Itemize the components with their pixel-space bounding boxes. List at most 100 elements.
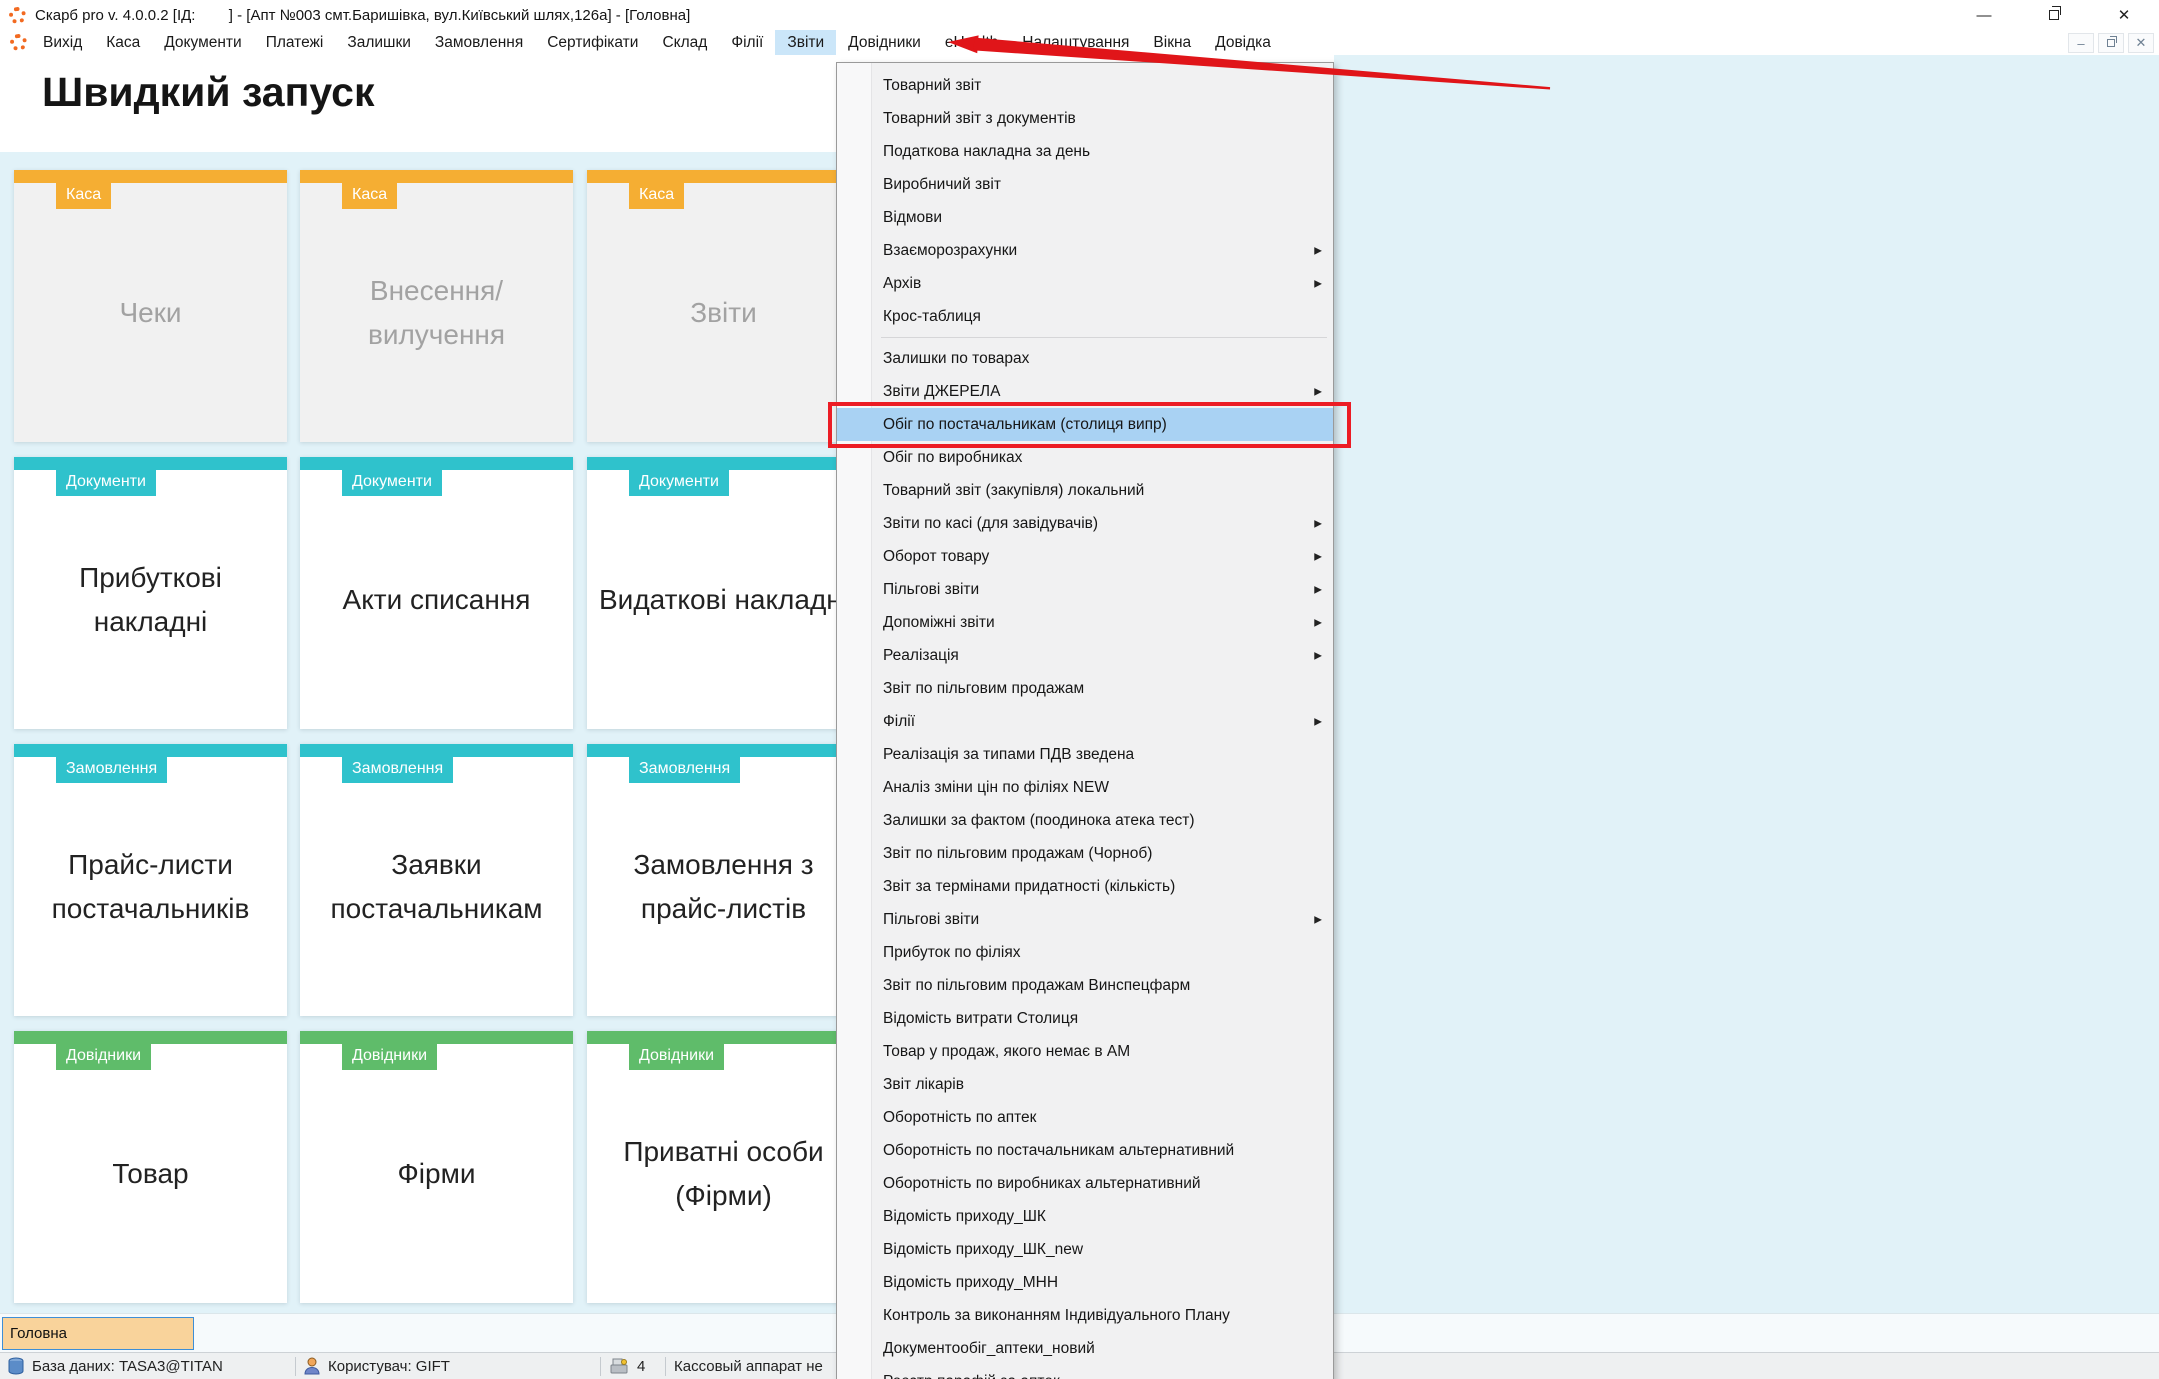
status-message-text: Кассовый аппарат не (674, 1358, 823, 1375)
dropdown-item-label: Реєстр парафій за аптек (883, 1373, 1060, 1379)
dropdown-item[interactable]: Обіг по постачальникам (столиця випр) (837, 408, 1333, 441)
dropdown-item[interactable]: Пільгові звіти▶ (837, 903, 1333, 936)
dropdown-item[interactable]: Реєстр парафій за аптек (837, 1365, 1333, 1379)
tile-zam-zamovlennia[interactable]: ЗамовленняЗамовлення з прайс-листів (587, 744, 860, 1016)
dropdown-item[interactable]: Товарний звіт (837, 69, 1333, 102)
dropdown-item[interactable]: Відмови (837, 201, 1333, 234)
mdi-close-icon[interactable]: ✕ (2128, 33, 2154, 53)
dropdown-item[interactable]: Звіт за термінами придатності (кількість… (837, 870, 1333, 903)
tile-label: Заявки постачальникам (300, 757, 573, 1016)
dropdown-item[interactable]: Філії▶ (837, 705, 1333, 738)
dropdown-item-label: Пільгові звіти (883, 581, 979, 599)
tile-zam-zaiavky[interactable]: ЗамовленняЗаявки постачальникам (300, 744, 573, 1016)
menu-item-platezhi[interactable]: Платежі (254, 30, 336, 55)
menu-item-kasa[interactable]: Каса (94, 30, 152, 55)
dropdown-item[interactable]: Архів▶ (837, 267, 1333, 300)
tile-dok-akty[interactable]: ДокументиАкти списання (300, 457, 573, 729)
tile-dov-tovar[interactable]: ДовідникиТовар (14, 1031, 287, 1303)
menu-item-ehealth[interactable]: eHealth (933, 30, 1010, 55)
dropdown-item[interactable]: Допоміжні звіти▶ (837, 606, 1333, 639)
tile-color-band (14, 744, 287, 757)
dropdown-item[interactable]: Товарний звіт з документів (837, 102, 1333, 135)
menu-item-filii[interactable]: Філії (719, 30, 775, 55)
dropdown-item[interactable]: Контроль за виконанням Індивідуального П… (837, 1299, 1333, 1332)
tile-kasa-cheky[interactable]: КасаЧеки (14, 170, 287, 442)
submenu-arrow-icon: ▶ (1314, 245, 1322, 256)
tile-kasa-zvity[interactable]: КасаЗвіти (587, 170, 860, 442)
dropdown-item[interactable]: Звіт по пільговим продажам (Чорноб) (837, 837, 1333, 870)
mdi-minimize-icon[interactable]: – (2068, 33, 2094, 53)
dropdown-item[interactable]: Крос-таблиця (837, 300, 1333, 333)
dropdown-item[interactable]: Документообіг_аптеки_новий (837, 1332, 1333, 1365)
tile-dov-firmy[interactable]: ДовідникиФірми (300, 1031, 573, 1303)
dropdown-item[interactable]: Пільгові звіти▶ (837, 573, 1333, 606)
dropdown-item[interactable]: Прибуток по філіях (837, 936, 1333, 969)
dropdown-item-label: Звіт по пільговим продажам (Чорноб) (883, 845, 1152, 863)
mdi-restore-icon[interactable] (2098, 33, 2124, 53)
dropdown-item[interactable]: Відомість приходу_ШК_new (837, 1233, 1333, 1266)
dropdown-item[interactable]: Оборот товару▶ (837, 540, 1333, 573)
dropdown-item-label: Відмови (883, 209, 942, 227)
menubar-items: ВихідКасаДокументиПлатежіЗалишкиЗамовлен… (31, 30, 1283, 55)
tile-label: Фірми (300, 1044, 573, 1303)
status-database-segment: База даних: TASA3@TITAN (0, 1353, 295, 1379)
dropdown-item-label: Обіг по виробниках (883, 449, 1022, 467)
menu-item-vykhid[interactable]: Вихід (31, 30, 94, 55)
menu-item-sklad[interactable]: Склад (650, 30, 719, 55)
menu-item-zvity[interactable]: Звіти (775, 30, 836, 55)
tile-dok-vydatkovi[interactable]: ДокументиВидаткові накладні (587, 457, 860, 729)
dropdown-item[interactable]: Реалізація▶ (837, 639, 1333, 672)
dropdown-item[interactable]: Звіт лікарів (837, 1068, 1333, 1101)
menu-item-nalashtuvannia[interactable]: Налаштування (1010, 30, 1141, 55)
status-user-segment: Користувач: GIFT (296, 1353, 600, 1379)
dropdown-item[interactable]: Звіт по пільговим продажам Винспецфарм (837, 969, 1333, 1002)
dropdown-item[interactable]: Звіти по касі (для завідувачів)▶ (837, 507, 1333, 540)
status-user-text: Користувач: GIFT (328, 1358, 450, 1375)
dropdown-item-label: Відомість приходу_ШК (883, 1208, 1046, 1226)
dropdown-item[interactable]: Оборотність по постачальникам альтернати… (837, 1134, 1333, 1167)
menu-item-zalyshky[interactable]: Залишки (335, 30, 423, 55)
menu-item-sertyfikaty[interactable]: Сертифікати (535, 30, 650, 55)
close-icon[interactable]: ✕ (2089, 0, 2159, 30)
dropdown-item-label: Реалізація (883, 647, 959, 665)
dropdown-item-label: Товарний звіт з документів (883, 110, 1076, 128)
tile-dov-pryvatni[interactable]: ДовідникиПриватні особи (Фірми) (587, 1031, 860, 1303)
dropdown-item[interactable]: Відомість витрати Столиця (837, 1002, 1333, 1035)
tile-dok-prybutkovi[interactable]: ДокументиПрибуткові накладні (14, 457, 287, 729)
dropdown-item[interactable]: Аналіз зміни цін по філіях NEW (837, 771, 1333, 804)
dropdown-item[interactable]: Оборотність по аптек (837, 1101, 1333, 1134)
dropdown-item[interactable]: Залишки по товарах (837, 342, 1333, 375)
tile-label: Видаткові накладні (587, 470, 860, 729)
dropdown-item[interactable]: Податкова накладна за день (837, 135, 1333, 168)
dropdown-item[interactable]: Звіти ДЖЕРЕЛА▶ (837, 375, 1333, 408)
tile-zam-prais-lysty[interactable]: ЗамовленняПрайс-листи постачальників (14, 744, 287, 1016)
dropdown-item[interactable]: Відомість приходу_ШК (837, 1200, 1333, 1233)
dropdown-item[interactable]: Звіт по пільговим продажам (837, 672, 1333, 705)
dropdown-item-label: Оборотність по постачальникам альтернати… (883, 1142, 1234, 1160)
dropdown-item-label: Реалізація за типами ПДВ зведена (883, 746, 1134, 764)
dropdown-item[interactable]: Виробничий звіт (837, 168, 1333, 201)
submenu-arrow-icon: ▶ (1314, 551, 1322, 562)
dropdown-item[interactable]: Відомість приходу_МНН (837, 1266, 1333, 1299)
tile-kasa-vnesennia[interactable]: КасаВнесення/вилучення (300, 170, 573, 442)
dropdown-item[interactable]: Товарний звіт (закупівля) локальний (837, 474, 1333, 507)
dropdown-item[interactable]: Оборотність по виробниках альтернативний (837, 1167, 1333, 1200)
dropdown-item[interactable]: Взаєморозрахунки▶ (837, 234, 1333, 267)
tile-color-band (14, 457, 287, 470)
menu-item-dovidka[interactable]: Довідка (1203, 30, 1283, 55)
dropdown-item[interactable]: Залишки за фактом (поодинока атека тест) (837, 804, 1333, 837)
minimize-icon[interactable]: — (1949, 0, 2019, 30)
dropdown-item-label: Обіг по постачальникам (столиця випр) (883, 416, 1167, 434)
dropdown-item-label: Відомість приходу_МНН (883, 1274, 1058, 1292)
dropdown-item[interactable]: Товар у продаж, якого немає в АМ (837, 1035, 1333, 1068)
dropdown-item-label: Пільгові звіти (883, 911, 979, 929)
tab-holovna[interactable]: Головна (2, 1317, 194, 1350)
dropdown-item[interactable]: Обіг по виробниках (837, 441, 1333, 474)
menu-item-vikna[interactable]: Вікна (1141, 30, 1203, 55)
restore-icon[interactable] (2019, 0, 2089, 30)
dropdown-item-label: Звіт по пільговим продажам Винспецфарм (883, 977, 1190, 995)
dropdown-item[interactable]: Реалізація за типами ПДВ зведена (837, 738, 1333, 771)
menu-item-dovidnyky[interactable]: Довідники (836, 30, 933, 55)
menu-item-dokumenty[interactable]: Документи (152, 30, 253, 55)
menu-item-zamovlennia[interactable]: Замовлення (423, 30, 535, 55)
